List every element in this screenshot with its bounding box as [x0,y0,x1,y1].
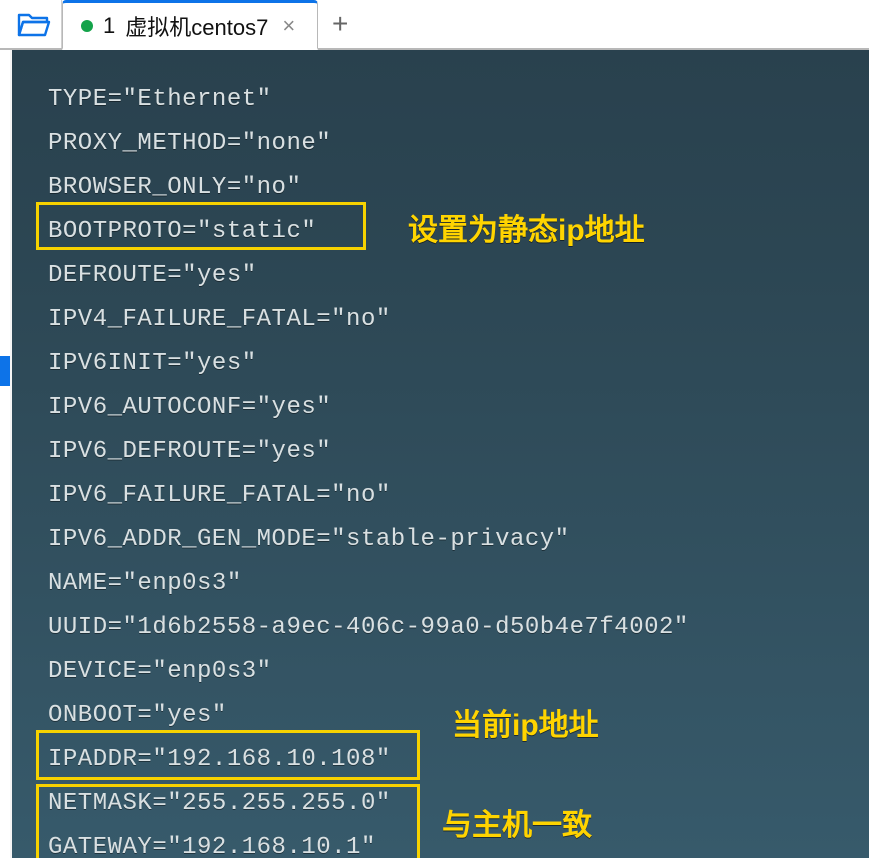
config-line: ONBOOT="yes" [48,694,849,738]
config-line: GATEWAY="192.168.10.1" [48,826,849,858]
config-line: IPV6_FAILURE_FATAL="no" [48,474,849,518]
config-line: IPV6_ADDR_GEN_MODE="stable-privacy" [48,518,849,562]
gutter-selection-marker [0,356,10,386]
config-line: NAME="enp0s3" [48,562,849,606]
config-line: IPV6_AUTOCONF="yes" [48,386,849,430]
tab-number: 1 [103,13,115,39]
config-line: UUID="1d6b2558-a9ec-406c-99a0-d50b4e7f40… [48,606,849,650]
close-icon[interactable]: × [278,15,299,37]
config-line: IPADDR="192.168.10.108" [48,738,849,782]
terminal-view[interactable]: TYPE="Ethernet" PROXY_METHOD="none" BROW… [12,50,869,858]
config-line: BOOTPROTO="static" [48,210,849,254]
status-dot-icon [81,20,93,32]
terminal-container: TYPE="Ethernet" PROXY_METHOD="none" BROW… [0,50,869,858]
plus-icon: + [332,8,348,40]
tab-title: 虚拟机centos7 [125,10,268,42]
new-tab-button[interactable]: + [318,0,362,48]
config-line: DEVICE="enp0s3" [48,650,849,694]
folder-open-icon [17,11,51,37]
config-line: IPV6_DEFROUTE="yes" [48,430,849,474]
tab-bar: 1 虚拟机centos7 × + [0,0,869,50]
config-line: IPV4_FAILURE_FATAL="no" [48,298,849,342]
config-line: BROWSER_ONLY="no" [48,166,849,210]
config-line: TYPE="Ethernet" [48,78,849,122]
config-line: IPV6INIT="yes" [48,342,849,386]
tab-vm-centos7[interactable]: 1 虚拟机centos7 × [62,0,318,50]
config-line: PROXY_METHOD="none" [48,122,849,166]
gutter [0,50,10,858]
open-folder-button[interactable] [6,0,62,48]
config-line: NETMASK="255.255.255.0" [48,782,849,826]
config-line: DEFROUTE="yes" [48,254,849,298]
